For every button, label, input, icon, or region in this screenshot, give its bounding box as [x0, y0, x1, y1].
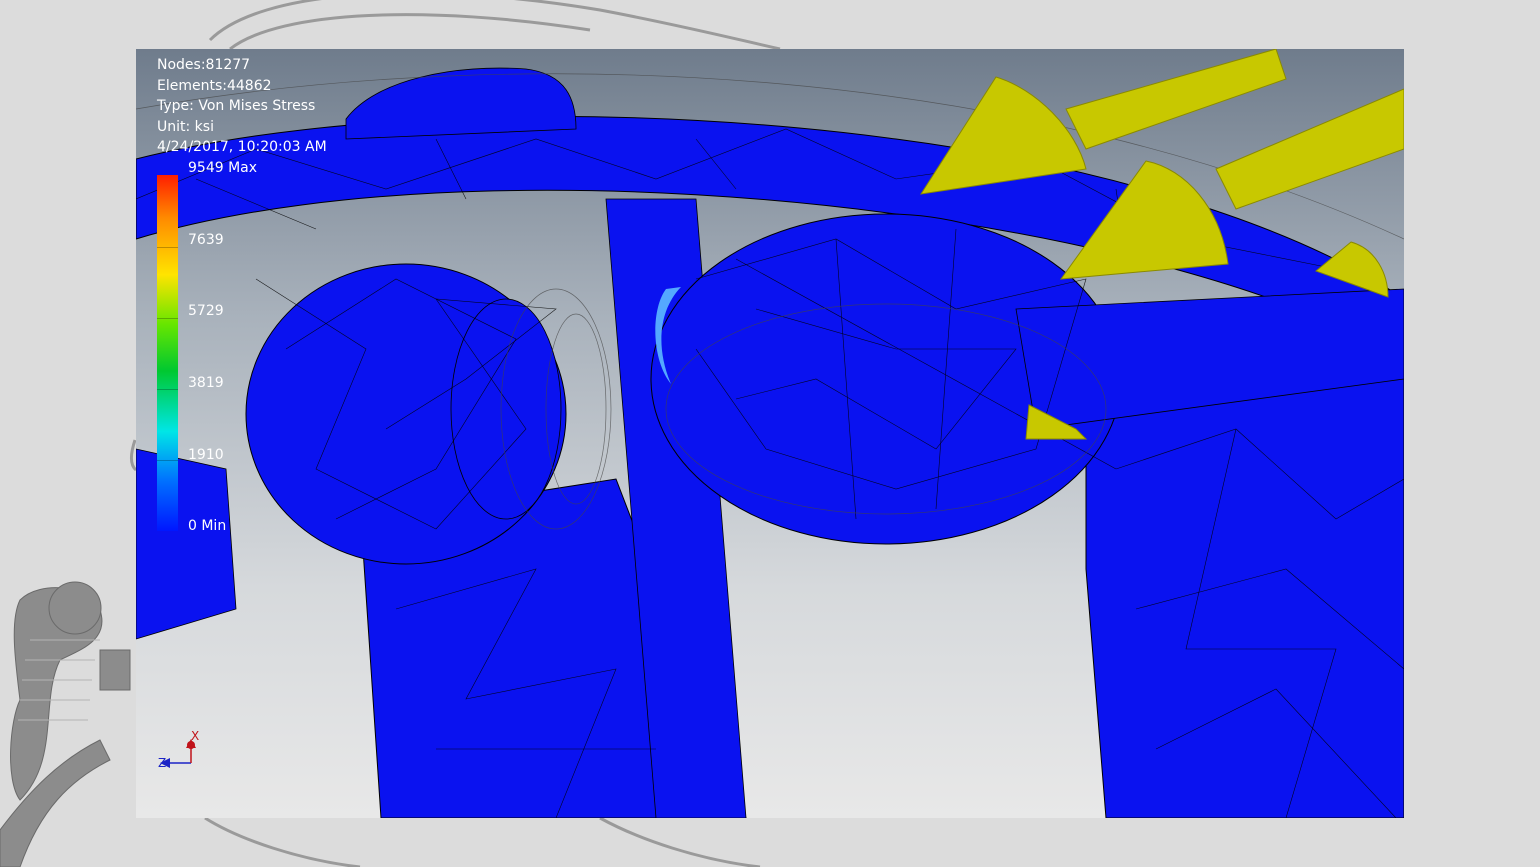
- stress-mesh-model[interactable]: [136, 49, 1404, 818]
- legend-tick: [157, 247, 178, 248]
- elements-count: Elements:44862: [157, 77, 272, 94]
- result-unit: Unit: ksi: [157, 118, 214, 135]
- result-info-panel: Nodes:81277 Elements:44862 Type: Von Mis…: [157, 55, 327, 158]
- legend-tick-label: 5729: [188, 303, 224, 319]
- legend-max-label: 9549 Max: [188, 160, 258, 176]
- result-timestamp: 4/24/2017, 10:20:03 AM: [157, 139, 327, 155]
- legend-tick-label: 1910: [188, 447, 224, 463]
- z-axis-label: Z: [158, 756, 167, 770]
- legend-tick-label: 3819: [188, 375, 224, 391]
- legend-tick: [157, 389, 178, 390]
- x-axis-label: X: [191, 729, 200, 743]
- legend-tick-label: 7639: [188, 232, 224, 248]
- stress-color-legend-bar: [157, 175, 178, 531]
- axis-triad[interactable]: X Z: [146, 729, 206, 779]
- fea-viewport[interactable]: Nodes:81277 Elements:44862 Type: Von Mis…: [136, 49, 1404, 818]
- legend-tick: [157, 318, 178, 319]
- legend-min-label: 0 Min: [188, 518, 227, 534]
- nodes-count: Nodes:81277: [157, 57, 251, 73]
- legend-tick: [157, 460, 178, 461]
- result-type: Type: Von Mises Stress: [157, 98, 316, 114]
